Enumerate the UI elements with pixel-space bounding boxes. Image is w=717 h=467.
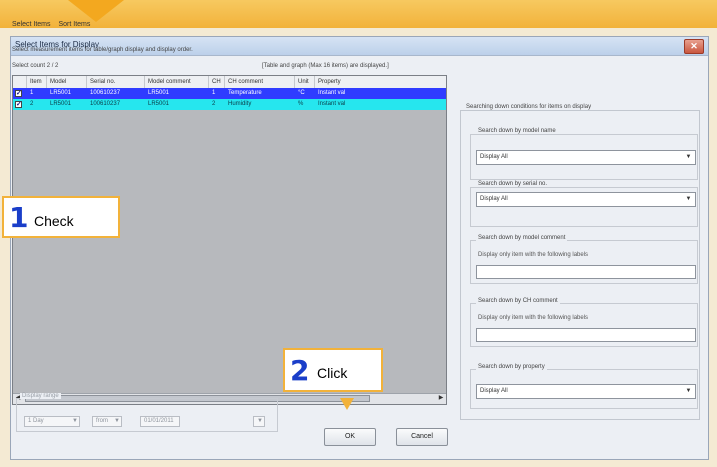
display-range-label: Display range	[20, 393, 61, 399]
serial-no-select[interactable]: Display All ▼	[476, 192, 696, 207]
header-model[interactable]: Model	[47, 76, 87, 88]
banner-pointer	[68, 0, 124, 22]
table-row[interactable]: ✓ 2 LR5001 100610237 LR5001 2 Humidity %…	[13, 99, 446, 110]
filter-property-label: Search down by property	[476, 364, 547, 370]
serial-no-value: Display All	[480, 196, 508, 202]
header-unit[interactable]: Unit	[295, 76, 315, 88]
instructions-text: Select measurement items for table/graph…	[12, 47, 193, 53]
table-row[interactable]: ✓ 1 LR5001 100610237 LR5001 1 Temperatur…	[13, 88, 446, 99]
cell-ch: 1	[212, 90, 216, 96]
cell-property: Instant val	[318, 90, 346, 96]
range-date-field[interactable]: 01/01/2011	[140, 416, 180, 427]
cell-item: 1	[30, 90, 34, 96]
chevron-down-icon: ▼	[685, 196, 692, 202]
cell-unit: °C	[298, 90, 305, 96]
model-name-select[interactable]: Display All ▼	[476, 150, 696, 165]
row-checkbox[interactable]: ✓	[15, 90, 22, 97]
menu-sort-items[interactable]: Sort Items	[58, 21, 90, 28]
select-count: Select count 2 / 2	[12, 63, 59, 69]
ok-button[interactable]: OK	[324, 428, 376, 446]
range-from-value: from	[96, 418, 108, 424]
callout-check-word: Check	[34, 213, 74, 229]
filter-ch-comment-label: Search down by CH comment	[476, 298, 560, 304]
callout-click-word: Click	[317, 365, 348, 381]
filter-model-comment-label: Search down by model comment	[476, 235, 568, 241]
range-date-value: 01/01/2011	[144, 418, 174, 424]
callout-check-number: 1	[9, 201, 29, 234]
chevron-down-icon: ▼	[257, 418, 263, 424]
callout-click: 2 Click	[283, 348, 383, 392]
menu-bar: Select Items Sort Items	[12, 21, 96, 28]
header-serial[interactable]: Serial no.	[87, 76, 145, 88]
filter-serial-label: Search down by serial no.	[476, 181, 550, 187]
cell-model: LR5001	[50, 101, 72, 107]
property-value: Display All	[480, 388, 508, 394]
model-comment-hint: Display only item with the following lab…	[478, 252, 589, 258]
chevron-down-icon: ▼	[114, 418, 120, 424]
range-date-dropdown[interactable]: ▼	[253, 416, 265, 427]
header-model-comment[interactable]: Model comment	[145, 76, 209, 88]
cell-serial: 100610237	[90, 101, 121, 107]
header-item[interactable]: Item	[27, 76, 47, 88]
menu-select-items[interactable]: Select Items	[12, 21, 51, 28]
cell-ch-comment: Humidity	[228, 101, 252, 107]
callout-check: 1 Check	[2, 196, 120, 238]
range-unit-value: 1 Day	[28, 418, 44, 424]
callout-click-number: 2	[290, 354, 310, 387]
range-unit-select[interactable]: 1 Day ▼	[24, 416, 80, 427]
cell-ch: 2	[212, 101, 216, 107]
cell-model-comment: LR5001	[148, 101, 170, 107]
row-checkbox[interactable]: ✓	[15, 101, 22, 108]
model-name-value: Display All	[480, 154, 508, 160]
header-ch-comment[interactable]: CH comment	[225, 76, 295, 88]
header-ch[interactable]: CH	[209, 76, 225, 88]
chevron-down-icon: ▼	[72, 418, 78, 424]
header-checkbox-col	[13, 76, 27, 88]
model-comment-input[interactable]	[476, 265, 696, 279]
cell-serial: 100610237	[90, 90, 121, 96]
chevron-down-icon: ▼	[685, 388, 692, 394]
cell-model-comment: LR5001	[148, 90, 170, 96]
cell-model: LR5001	[50, 90, 72, 96]
close-icon: ✕	[690, 41, 698, 51]
cell-property: Instant val	[318, 101, 346, 107]
ch-comment-input[interactable]	[476, 328, 696, 342]
filter-model-name-label: Search down by model name	[476, 128, 558, 134]
filter-panel-title: Searching down conditions for items on d…	[464, 104, 594, 110]
callout-arrow-icon	[340, 398, 354, 410]
scroll-right-icon[interactable]: ▶	[436, 394, 446, 403]
cell-item: 2	[30, 101, 34, 107]
header-property[interactable]: Property	[315, 76, 446, 88]
property-select[interactable]: Display All ▼	[476, 384, 696, 399]
cancel-button[interactable]: Cancel	[396, 428, 448, 446]
cell-ch-comment: Temperature	[228, 90, 262, 96]
close-button[interactable]: ✕	[684, 39, 704, 54]
select-note: [Table and graph (Max 16 items) are disp…	[262, 63, 389, 69]
cell-unit: %	[298, 101, 304, 107]
range-from-select[interactable]: from ▼	[92, 416, 122, 427]
chevron-down-icon: ▼	[685, 154, 692, 160]
ch-comment-hint: Display only item with the following lab…	[478, 315, 589, 321]
